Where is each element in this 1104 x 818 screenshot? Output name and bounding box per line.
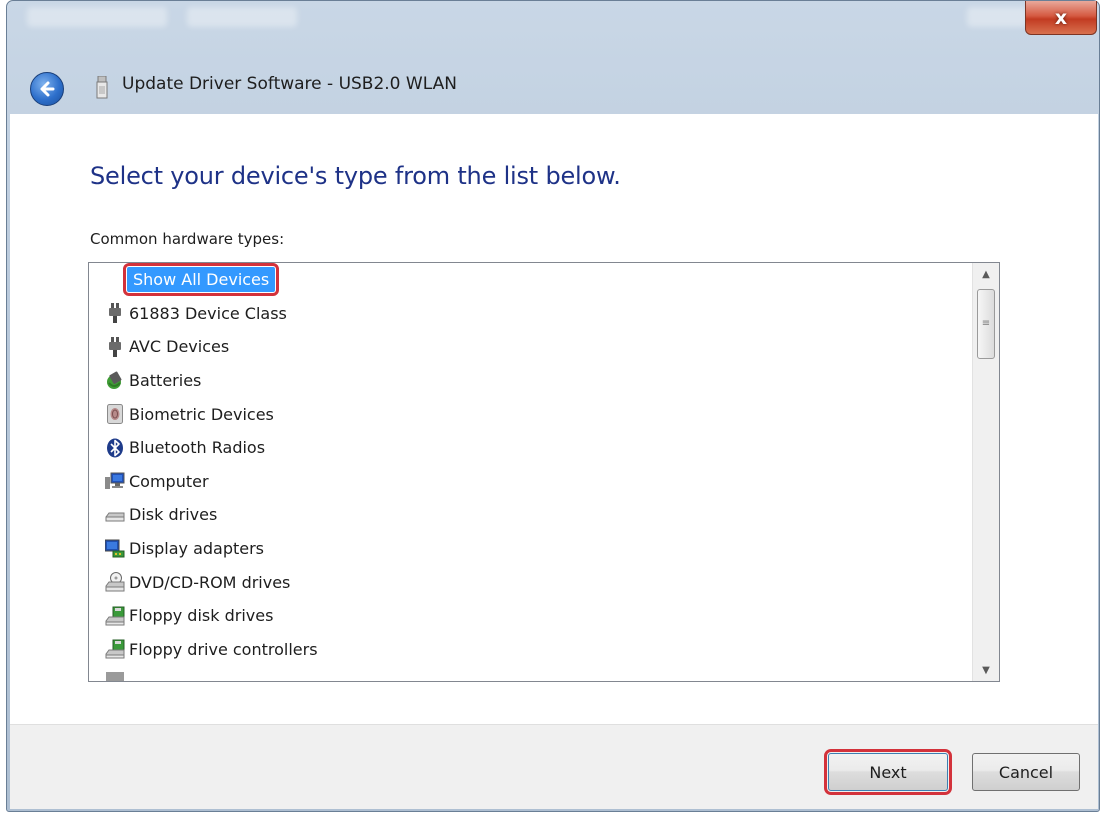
list-item-label: Bluetooth Radios [129, 438, 266, 458]
list-item-label: 61883 Device Class [129, 303, 287, 323]
list-item-label: DVD/CD-ROM drives [129, 572, 291, 592]
list-scrollbar[interactable]: ▲ ≡ ▼ [972, 263, 999, 681]
close-icon: x [1054, 6, 1068, 29]
scrollbar-thumb[interactable]: ≡ [977, 289, 995, 359]
list-item-label: Display adapters [129, 539, 265, 559]
list-item-label: Disk drives [129, 505, 218, 525]
bluetooth-icon [105, 438, 125, 458]
list-item-show-all-devices[interactable]: Show All Devices [89, 263, 971, 297]
scroll-up-arrow-icon[interactable]: ▲ [973, 263, 999, 285]
list-label: Common hardware types: [90, 230, 285, 248]
list-item-batteries[interactable]: Batteries [89, 364, 971, 398]
list-item-floppy-disk-drives[interactable]: Floppy disk drives [89, 599, 971, 633]
dialog-content: Select your device's type from the list … [10, 114, 1098, 724]
list-item-label: Show All Devices [122, 263, 280, 297]
fingerprint-icon [105, 404, 125, 425]
background-blur [27, 7, 167, 27]
dialog-footer: Next Cancel [10, 724, 1098, 809]
hardware-type-list[interactable]: Show All Devices 61883 Device Class AVC … [88, 262, 1000, 682]
floppy-controller-icon [105, 639, 125, 659]
next-button[interactable]: Next [824, 749, 952, 795]
background-blur [187, 7, 297, 27]
list-item-floppy-drive-controllers[interactable]: Floppy drive controllers [89, 633, 971, 667]
plug-icon [105, 303, 125, 324]
list-item-display-adapters[interactable]: Display adapters [89, 532, 971, 566]
disk-drive-icon [105, 505, 125, 525]
floppy-drive-icon [105, 606, 125, 626]
list-item-dvd-cd-rom-drives[interactable]: DVD/CD-ROM drives [89, 565, 971, 599]
plug-icon [105, 336, 125, 357]
close-button[interactable]: x [1025, 1, 1097, 35]
list-item-label: Computer [129, 471, 209, 491]
usb-device-icon [96, 76, 108, 99]
cancel-button[interactable]: Cancel [972, 753, 1080, 791]
back-arrow-icon [40, 81, 55, 97]
list-item-avc-devices[interactable]: AVC Devices [89, 330, 971, 364]
scroll-down-arrow-icon[interactable]: ▼ [973, 659, 999, 681]
background-blur [967, 7, 1027, 27]
list-item-label: Floppy drive controllers [129, 639, 318, 659]
computer-icon [105, 471, 125, 491]
list-item-disk-drives[interactable]: Disk drives [89, 498, 971, 532]
list-item-label: Floppy disk drives [129, 606, 274, 626]
list-item-label: AVC Devices [129, 337, 230, 357]
battery-icon [105, 371, 125, 391]
list-item-61883-device-class[interactable]: 61883 Device Class [89, 297, 971, 331]
list-item-label: Batteries [129, 371, 202, 391]
list-item-label: Biometric Devices [129, 404, 274, 424]
display-adapter-icon [105, 539, 125, 559]
list-item-bluetooth-radios[interactable]: Bluetooth Radios [89, 431, 971, 465]
page-heading: Select your device's type from the list … [90, 162, 621, 190]
list-item-biometric-devices[interactable]: Biometric Devices [89, 397, 971, 431]
back-button[interactable] [30, 72, 64, 106]
title-bar: Update Driver Software - USB2.0 WLAN [8, 58, 1098, 116]
list-item-computer[interactable]: Computer [89, 465, 971, 499]
dvd-drive-icon [105, 572, 125, 592]
list-item-partial[interactable] [89, 666, 971, 681]
window-title: Update Driver Software - USB2.0 WLAN [122, 74, 457, 94]
device-icon [105, 666, 125, 681]
